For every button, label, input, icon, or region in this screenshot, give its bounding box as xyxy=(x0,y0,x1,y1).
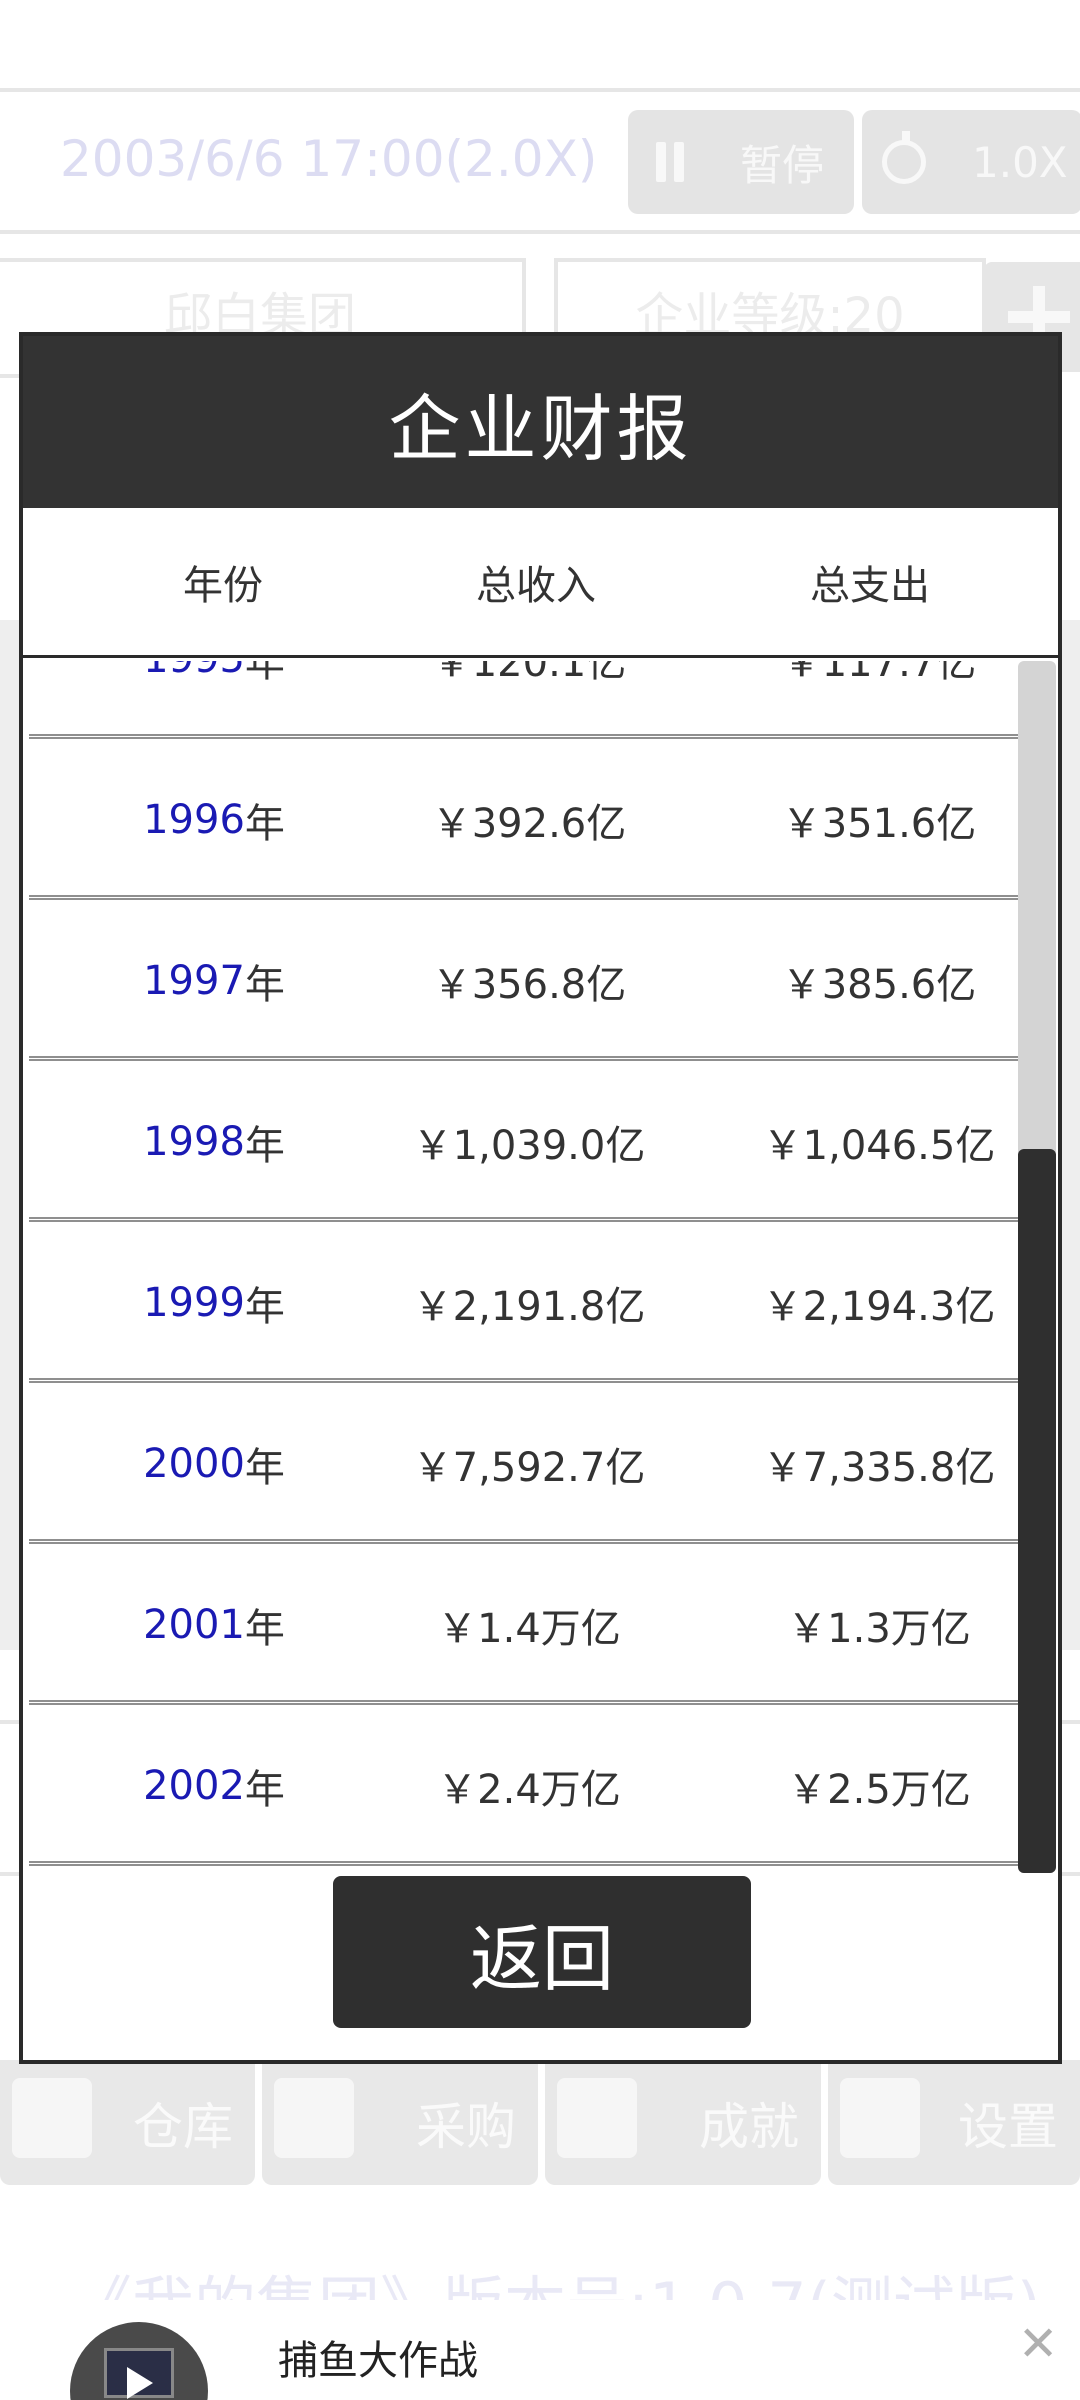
nav-warehouse: 仓库 xyxy=(0,2060,255,2185)
table-row: 1998 年 ￥1,039.0亿 ￥1,046.5亿 xyxy=(29,1067,1019,1222)
table-row: 2002 年 ￥2.4万亿 ￥2.5万亿 xyxy=(29,1711,1019,1866)
dialog-header: 企业财报 xyxy=(23,336,1058,508)
scrollbar-thumb[interactable] xyxy=(1018,1149,1056,1873)
ad-banner[interactable]: 捕鱼大作战 ✕ xyxy=(0,2300,1080,2400)
income-cell: ￥7,592.7亿 xyxy=(412,1445,646,1491)
nav-purchase: 采购 xyxy=(262,2060,538,2185)
pause-button: 暂停 xyxy=(628,110,854,214)
nav-settings: 设置 xyxy=(828,2060,1080,2185)
expense-cell: ￥1.3万亿 xyxy=(787,1606,971,1652)
divider xyxy=(0,88,1080,92)
pause-label: 暂停 xyxy=(740,140,825,190)
column-header-income: 总收入 xyxy=(476,562,596,609)
cart-icon xyxy=(274,2078,354,2158)
table-row: 1997 年 ￥356.8亿 ￥385.6亿 xyxy=(29,906,1019,1061)
trophy-icon xyxy=(557,2078,637,2158)
income-cell: ￥120.1亿 xyxy=(431,661,627,686)
table-header: 年份 总收入 总支出 xyxy=(23,508,1058,658)
report-table[interactable]: 1995年 ￥120.1亿 ￥117.7亿 1996年 ￥392.6亿 ￥351… xyxy=(29,661,1044,1873)
income-cell: ￥392.6亿 xyxy=(431,801,627,847)
nav-label: 采购 xyxy=(416,2097,516,2156)
table-row: 2000 年 ￥7,592.7亿 ￥7,335.8亿 xyxy=(29,1389,1019,1544)
year-cell: 1996 年 xyxy=(143,797,285,847)
game-time: 2003/6/6 17:00(2.0X) xyxy=(60,130,598,188)
income-cell: ￥356.8亿 xyxy=(431,962,627,1008)
table-row: 1999 年 ￥2,191.8亿 ￥2,194.3亿 xyxy=(29,1228,1019,1383)
pause-icon xyxy=(656,142,684,182)
speed-button: 1.0X xyxy=(862,110,1080,214)
bottom-nav: 仓库 采购 成就 设置 xyxy=(0,2060,1080,2185)
table-row: 2001 年 ￥1.4万亿 ￥1.3万亿 xyxy=(29,1550,1019,1705)
table-row: 1995年 ￥120.1亿 ￥117.7亿 xyxy=(29,661,1019,739)
income-cell: ￥2.4万亿 xyxy=(437,1767,621,1813)
expense-cell: ￥2.5万亿 xyxy=(787,1767,971,1813)
ad-video-thumbnail[interactable] xyxy=(70,2322,208,2400)
year-cell: 2001 年 xyxy=(143,1602,285,1652)
nav-label: 仓库 xyxy=(133,2097,233,2156)
table-row: 1996 年 ￥392.6亿 ￥351.6亿 xyxy=(29,745,1019,900)
income-cell: ￥1,039.0亿 xyxy=(412,1123,646,1169)
income-cell: ￥1.4万亿 xyxy=(437,1606,621,1652)
financial-report-dialog: 企业财报 年份 总收入 总支出 1995年 ￥120.1亿 ￥117.7亿 19… xyxy=(19,332,1062,2064)
expense-cell: ￥7,335.8亿 xyxy=(762,1445,996,1491)
expense-cell: ￥1,046.5亿 xyxy=(762,1123,996,1169)
year-cell: 1999 年 xyxy=(143,1280,285,1330)
dialog-title: 企业财报 xyxy=(388,386,693,471)
stopwatch-icon xyxy=(882,131,926,184)
column-header-expense: 总支出 xyxy=(810,562,930,609)
speed-label: 1.0X xyxy=(972,137,1068,187)
expense-cell: ￥385.6亿 xyxy=(781,962,977,1008)
play-icon xyxy=(127,2367,153,2399)
expense-cell: ￥351.6亿 xyxy=(781,801,977,847)
column-header-year: 年份 xyxy=(183,562,263,609)
nav-label: 设置 xyxy=(958,2097,1058,2156)
expense-cell: ￥2,194.3亿 xyxy=(762,1284,996,1330)
year-cell: 1995年 xyxy=(143,661,285,686)
warehouse-map-icon xyxy=(12,2078,92,2158)
gear-icon xyxy=(840,2078,920,2158)
year-cell: 2002 年 xyxy=(143,1763,285,1813)
close-icon[interactable]: ✕ xyxy=(1018,2320,1058,2368)
year-cell: 2000 年 xyxy=(143,1441,285,1491)
income-cell: ￥2,191.8亿 xyxy=(412,1284,646,1330)
year-cell: 1997 年 xyxy=(143,958,285,1008)
back-button[interactable]: 返回 xyxy=(333,1876,751,2028)
expense-cell: ￥117.7亿 xyxy=(781,661,977,686)
nav-achievements: 成就 xyxy=(545,2060,821,2185)
year-cell: 1998 年 xyxy=(143,1119,285,1169)
nav-label: 成就 xyxy=(699,2097,799,2156)
ad-title[interactable]: 捕鱼大作战 xyxy=(278,2328,478,2386)
divider xyxy=(0,230,1080,234)
